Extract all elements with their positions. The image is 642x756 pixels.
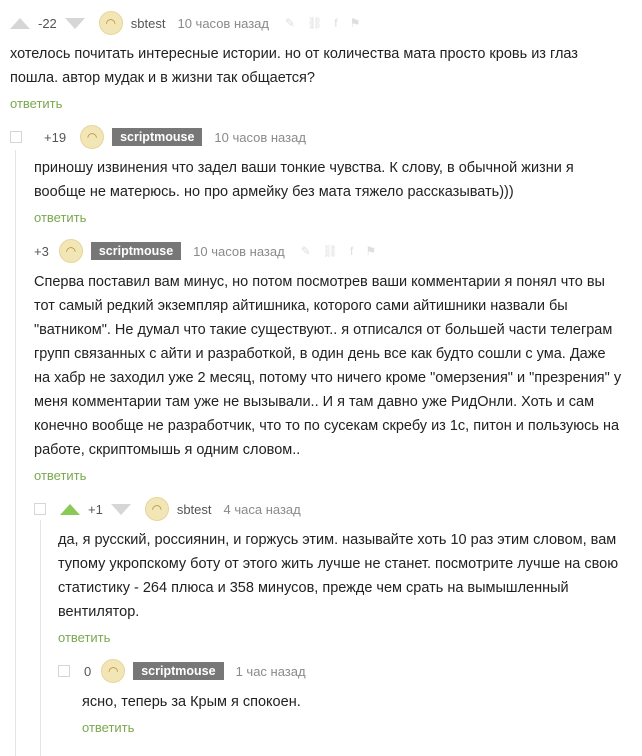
reply-link[interactable]: ответить [58,630,110,645]
comment-author[interactable]: sbtest [131,16,166,31]
avatar[interactable]: ◠ [80,125,105,149]
comment-text: хотелось почитать интересные истории. но… [10,46,578,86]
comment-header: -22 ◠ sbtest 10 часов назад ✎ ⛓ f ⚑ [10,11,372,35]
comment-header: +19 ◠ scriptmouse 10 часов назад [10,125,322,149]
comment-text: Сперва поставил вам минус, но потом посм… [34,274,622,458]
downvote-icon[interactable] [64,17,85,29]
link-icon[interactable]: ⛓ [323,244,338,258]
collapse-toggle[interactable] [58,665,70,677]
comment-author[interactable]: sbtest [177,502,212,517]
comment-rating: -22 [38,15,57,31]
reply-link[interactable]: ответить [34,210,86,225]
more-icon[interactable]: ⚑ [365,244,376,258]
reply-link[interactable]: ответить [82,720,134,735]
avatar[interactable]: ◠ [98,11,123,35]
more-icon[interactable]: ⚑ [350,16,361,30]
comment-header: +3 ◠ scriptmouse 10 часов назад ✎ ⛓ f ⚑ [34,239,388,263]
upvote-icon[interactable] [60,503,80,515]
upvote-icon[interactable] [10,17,30,29]
comment-time[interactable]: 10 часов назад [214,130,306,145]
comment-time[interactable]: 4 часа назад [224,502,301,517]
comment-author-badge[interactable]: scriptmouse [90,242,182,260]
save-icon[interactable]: ✎ [301,244,311,258]
comment-rating: +3 [34,243,49,259]
comment-text: ясно, теперь за Крым я спокоен. [82,694,301,710]
reply-link[interactable]: ответить [10,96,62,111]
comment-time[interactable]: 10 часов назад [177,16,269,31]
comment-author-badge[interactable]: scriptmouse [133,662,224,680]
share-icon[interactable]: f [350,244,353,258]
comment-header: +1 ◠ sbtest 4 часа назад [34,497,317,521]
reply-link[interactable]: ответить [34,468,86,483]
save-icon[interactable]: ✎ [285,16,295,30]
collapse-toggle[interactable] [34,503,46,515]
avatar[interactable]: ◠ [144,497,169,521]
comment-rating: +19 [44,129,67,145]
comment-author-badge[interactable]: scriptmouse [112,128,203,146]
avatar[interactable]: ◠ [101,659,126,683]
comment-text: приношу извинения что задел ваши тонкие … [34,160,574,200]
comment-rating: +1 [88,501,103,517]
comment-text: да, я русский, россиянин, и горжусь этим… [58,532,619,620]
thread-line [15,150,16,756]
share-icon[interactable]: f [334,16,337,30]
comment-time[interactable]: 10 часов назад [193,244,285,259]
comment-rating: 0 [84,663,92,679]
downvote-icon[interactable] [110,503,131,515]
thread-line [40,520,41,756]
avatar[interactable]: ◠ [58,239,83,263]
comment-time[interactable]: 1 час назад [236,664,306,679]
comment-header: 0 ◠ scriptmouse 1 час назад [58,659,322,683]
link-icon[interactable]: ⛓ [307,16,322,30]
collapse-toggle[interactable] [10,131,22,143]
